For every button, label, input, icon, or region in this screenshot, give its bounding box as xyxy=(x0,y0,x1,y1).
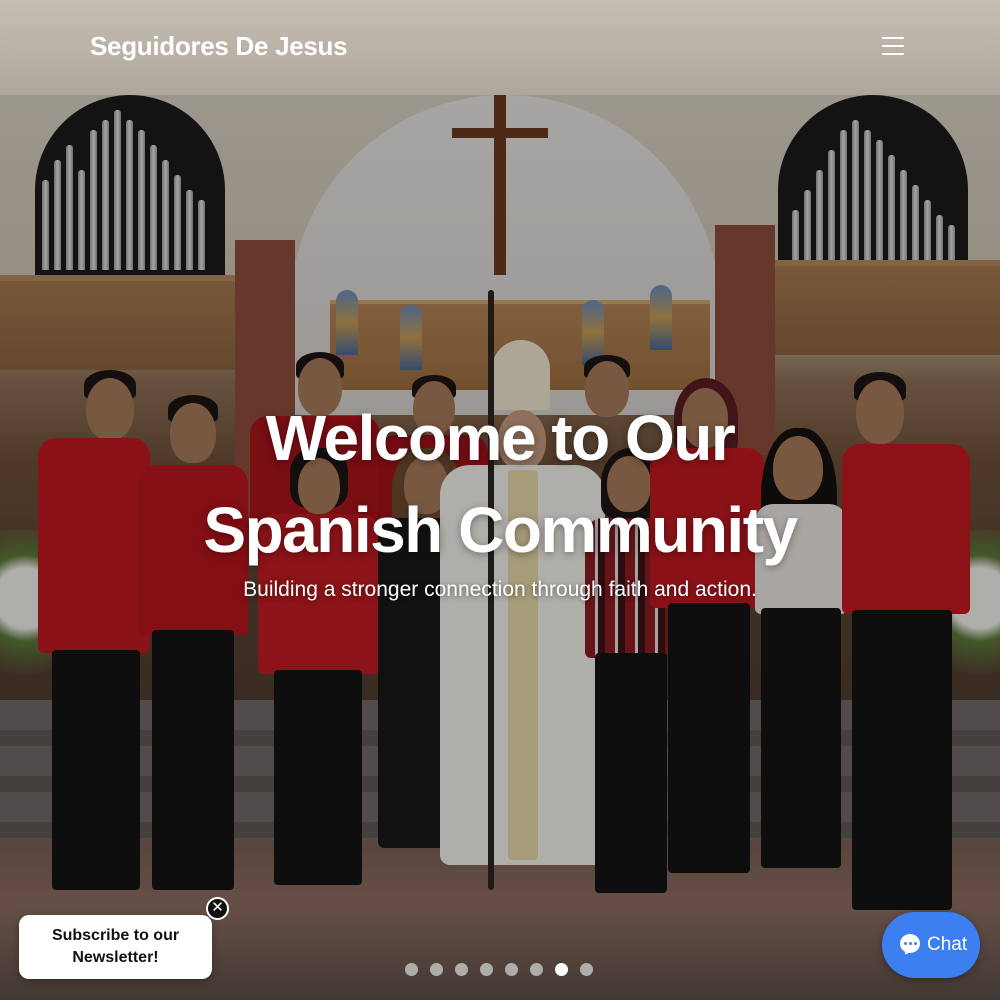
carousel-dot-6[interactable] xyxy=(530,963,543,976)
carousel-dot-2[interactable] xyxy=(430,963,443,976)
carousel-dot-3[interactable] xyxy=(455,963,468,976)
hero-title: Welcome to Our Spanish Community xyxy=(100,392,900,576)
chat-bubble-icon xyxy=(900,934,920,953)
chat-button[interactable]: Chat xyxy=(882,912,980,978)
site-header: Seguidores De Jesus xyxy=(0,0,1000,95)
newsletter-subscribe-button[interactable]: Subscribe to our Newsletter! xyxy=(19,915,212,979)
chat-button-label: Chat xyxy=(927,934,968,955)
hero-title-line-2: Spanish Community xyxy=(203,494,798,566)
carousel-dot-5[interactable] xyxy=(505,963,518,976)
carousel-dot-1[interactable] xyxy=(405,963,418,976)
hamburger-menu-icon[interactable] xyxy=(880,34,908,58)
close-icon[interactable]: ✕ xyxy=(206,897,229,920)
carousel-dot-7[interactable] xyxy=(555,963,568,976)
site-brand[interactable]: Seguidores De Jesus xyxy=(90,31,348,62)
carousel-dot-4[interactable] xyxy=(480,963,493,976)
carousel-dot-8[interactable] xyxy=(580,963,593,976)
hero-title-line-1: Welcome to Our xyxy=(265,402,736,474)
hero-subtitle: Building a stronger connection through f… xyxy=(243,578,757,601)
newsletter-line-2: Newsletter! xyxy=(72,949,159,966)
newsletter-line-1: Subscribe to our xyxy=(51,927,180,944)
